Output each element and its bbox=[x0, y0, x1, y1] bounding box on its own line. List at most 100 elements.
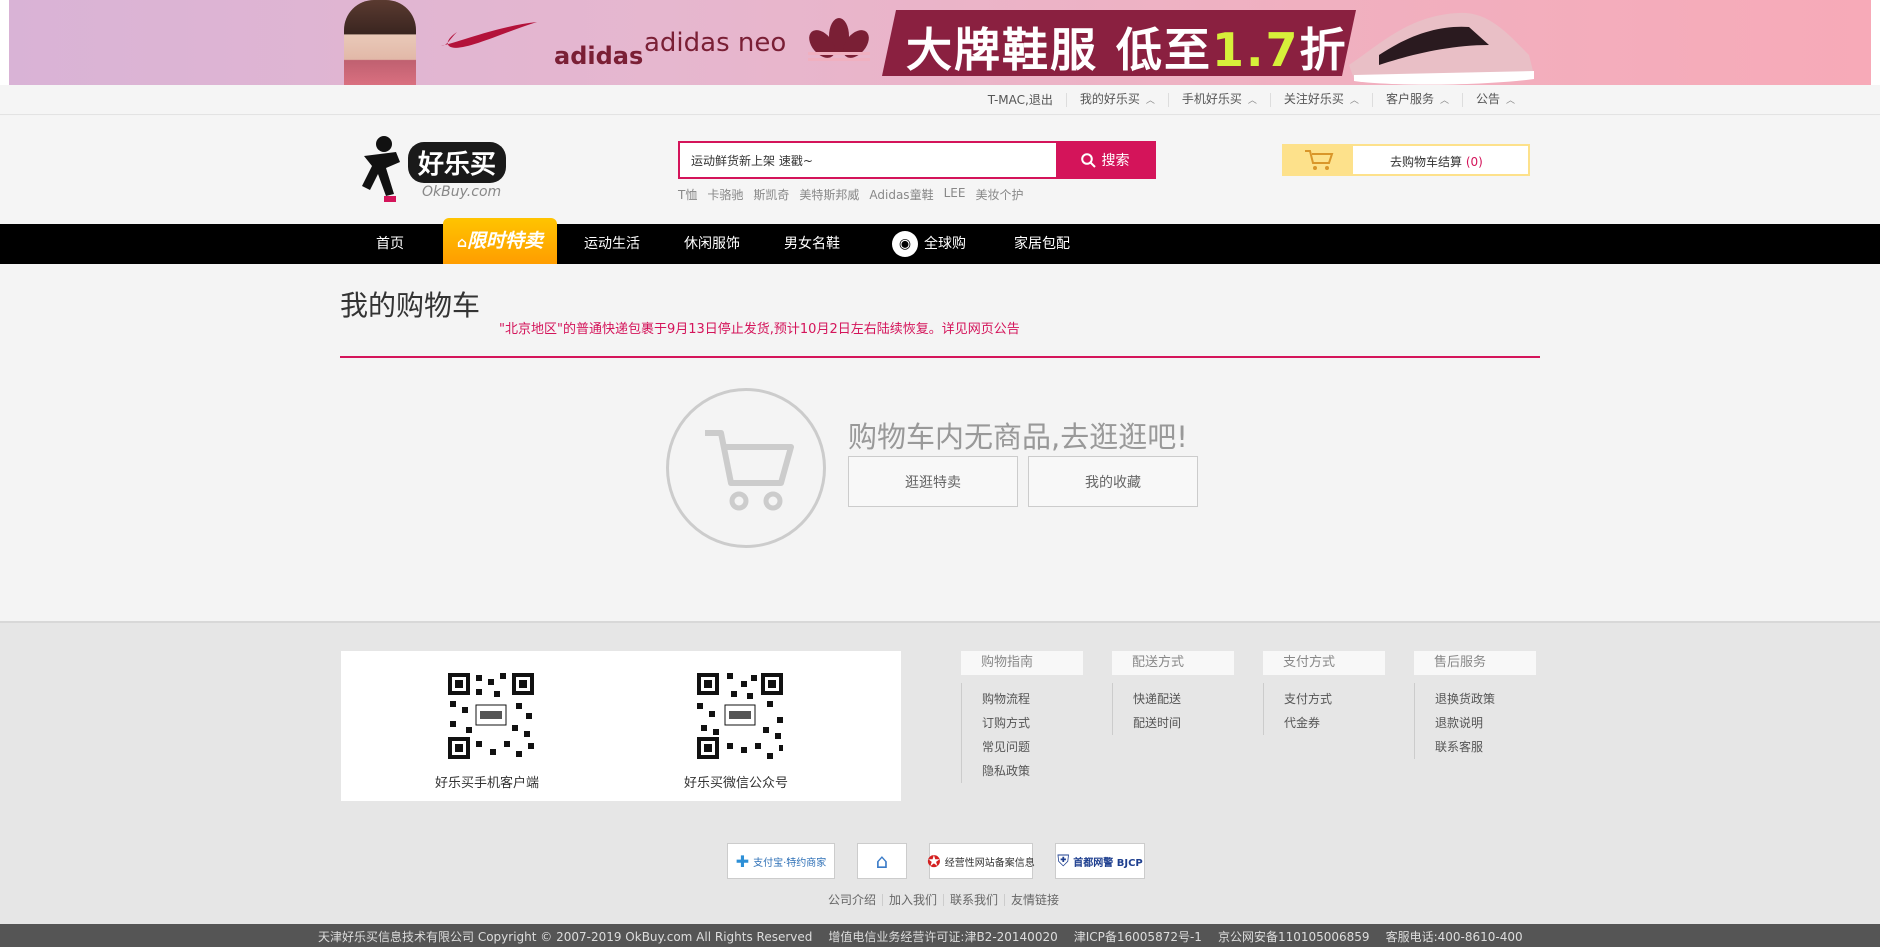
cart-icon-wrap bbox=[1284, 146, 1353, 174]
adidas-trefoil-logo bbox=[808, 18, 870, 61]
my-okbuy-menu[interactable]: 我的好乐买 ︿ bbox=[1065, 93, 1168, 107]
nav-flash-sale-label: 限时特卖 bbox=[467, 230, 544, 252]
footer-link[interactable]: 退款说明 bbox=[1435, 711, 1536, 735]
cart-main: 我的购物车 "北京地区"的普通快递包裹于9月13日停止发货,预计10月2日左右陆… bbox=[0, 264, 1880, 621]
footer-link[interactable]: 购物流程 bbox=[982, 687, 1083, 711]
site-header: 好乐买 OkBuy.com 搜索 T恤 卡骆驰 斯凯奇 美特斯邦威 Adidas… bbox=[0, 116, 1880, 224]
footer-col-title: 购物指南 bbox=[961, 651, 1083, 675]
nav-sports[interactable]: 运动生活 bbox=[584, 224, 640, 264]
app-qr-code[interactable] bbox=[446, 671, 536, 761]
promo-banner[interactable]: adidas adidas neo 大牌鞋服 低至1.7折 bbox=[9, 0, 1871, 85]
qr-code-panel: 好乐买手机客户端 好乐买微信公众号 bbox=[341, 651, 901, 801]
logo-text-cn: 好乐买 bbox=[408, 142, 507, 183]
chevron-up-icon: ︿ bbox=[1247, 96, 1257, 106]
cart-label: 去购物车结算 (0) bbox=[1390, 155, 1483, 169]
footer-link[interactable]: 快递配送 bbox=[1133, 687, 1234, 711]
nav-flash-sale[interactable]: ⌂限时特卖 bbox=[443, 218, 557, 264]
shipping-notice[interactable]: "北京地区"的普通快递包裹于9月13日停止发货,预计10月2日左右陆续恢复。详见… bbox=[499, 318, 1020, 337]
footer-link[interactable]: 支付方式 bbox=[1284, 687, 1385, 711]
chevron-up-icon: ︿ bbox=[1439, 96, 1449, 106]
cart-count: (0) bbox=[1465, 155, 1483, 169]
nav-casual[interactable]: 休闲服饰 bbox=[684, 224, 740, 264]
police-emblem-icon: ✪ bbox=[927, 851, 941, 871]
search-box: 搜索 bbox=[678, 141, 1156, 179]
top-banner-container: adidas adidas neo 大牌鞋服 低至1.7折 bbox=[0, 0, 1880, 85]
license-text: 增值电信业务经营许可证:津B2-20140020 bbox=[828, 930, 1058, 944]
puzzle-icon: ✚ bbox=[735, 851, 750, 871]
follow-okbuy-menu[interactable]: 关注好乐买 ︿ bbox=[1269, 93, 1372, 107]
footer-link[interactable]: 退换货政策 bbox=[1435, 687, 1536, 711]
footer-link[interactable]: 隐私政策 bbox=[982, 759, 1083, 783]
hotword-link[interactable]: LEE bbox=[944, 186, 966, 203]
hotword-link[interactable]: 斯凯奇 bbox=[753, 186, 789, 203]
announcement-menu[interactable]: 公告 ︿ bbox=[1461, 93, 1528, 107]
customer-service-menu[interactable]: 客户服务 ︿ bbox=[1371, 93, 1462, 107]
top-utility-bar: T-MAC,退出 我的好乐买 ︿ 手机好乐买 ︿ 关注好乐买 ︿ 客户服务 ︿ 公告 ︿ bbox=[0, 85, 1880, 115]
runner-logo-icon bbox=[362, 136, 400, 202]
footer-col-title: 支付方式 bbox=[1263, 651, 1385, 675]
footer-col-title: 售后服务 bbox=[1414, 651, 1536, 675]
join-us-link[interactable]: 加入我们 bbox=[882, 894, 943, 906]
footer-link[interactable]: 订购方式 bbox=[982, 711, 1083, 735]
footer-col-shopping-guide: 购物指南 购物流程 订购方式 常见问题 隐私政策 bbox=[961, 651, 1083, 783]
empty-cart-message: 购物车内无商品,去逛逛吧! bbox=[848, 420, 1188, 454]
contact-link[interactable]: 联系我们 bbox=[943, 894, 1004, 906]
sneaker-image bbox=[1349, 12, 1534, 85]
logo-text-en: OkBuy.com bbox=[422, 184, 502, 200]
hotword-link[interactable]: 卡骆驰 bbox=[707, 186, 743, 203]
mobile-okbuy-menu[interactable]: 手机好乐买 ︿ bbox=[1167, 93, 1270, 107]
promo-text: 大牌鞋服 低至1.7折 bbox=[906, 14, 1348, 80]
wechat-qr-label: 好乐买微信公众号 bbox=[684, 776, 789, 791]
hotword-link[interactable]: T恤 bbox=[678, 186, 697, 203]
building-icon: ⌂ bbox=[875, 849, 889, 873]
footer-link[interactable]: 配送时间 bbox=[1133, 711, 1234, 735]
chevron-up-icon: ︿ bbox=[1145, 96, 1155, 106]
hotword-link[interactable]: 美妆个护 bbox=[975, 186, 1023, 203]
app-qr-label: 好乐买手机客户端 bbox=[435, 776, 540, 791]
wechat-qr-code[interactable] bbox=[695, 671, 785, 761]
search-input[interactable] bbox=[680, 143, 1056, 177]
about-link[interactable]: 公司介绍 bbox=[822, 894, 882, 906]
my-favorites-button[interactable]: 我的收藏 bbox=[1028, 456, 1198, 507]
footer-link[interactable]: 联系客服 bbox=[1435, 735, 1536, 759]
nike-logo bbox=[441, 22, 537, 48]
hotword-link[interactable]: Adidas童鞋 bbox=[869, 186, 933, 203]
shopping-cart-icon bbox=[1304, 150, 1333, 170]
site-logo[interactable]: 好乐买 OkBuy.com bbox=[356, 134, 526, 206]
alipay-badge[interactable]: ✚ 支付宝·特约商家 bbox=[727, 843, 835, 879]
nav-shoes[interactable]: 男女名鞋 bbox=[784, 224, 840, 264]
nav-global-label: 全球购 bbox=[924, 236, 966, 252]
empty-cart-icon bbox=[705, 430, 794, 511]
page-title: 我的购物车 bbox=[340, 289, 481, 322]
beijing-icp-badge[interactable]: ⌂ bbox=[857, 843, 907, 879]
cart-title-row: 我的购物车 "北京地区"的普通快递包裹于9月13日停止发货,预计10月2日左右陆… bbox=[340, 284, 1540, 358]
footer-col-delivery: 配送方式 快递配送 配送时间 bbox=[1112, 651, 1234, 735]
search-button[interactable]: 搜索 bbox=[1056, 143, 1154, 177]
adidas-neo-logo: adidas neo bbox=[644, 28, 787, 58]
nav-home[interactable]: 首页 bbox=[376, 224, 404, 264]
user-logout-link[interactable]: T-MAC,退出 bbox=[975, 94, 1066, 106]
chevron-up-icon: ︿ bbox=[1505, 96, 1515, 106]
nav-global[interactable]: ◉ 全球购 bbox=[892, 224, 966, 264]
business-website-badge[interactable]: ✪ 经营性网站备案信息 bbox=[927, 843, 1035, 879]
footer-col-title: 配送方式 bbox=[1112, 651, 1234, 675]
capital-police-badge[interactable]: ⛨ 首都网警 BJCP bbox=[1055, 843, 1145, 879]
search-icon bbox=[1080, 152, 1096, 168]
browse-sale-button[interactable]: 逛逛特卖 bbox=[848, 456, 1018, 507]
top-links: T-MAC,退出 我的好乐买 ︿ 手机好乐买 ︿ 关注好乐买 ︿ 客户服务 ︿ 公告 ︿ bbox=[975, 85, 1528, 115]
banner-model-image bbox=[344, 0, 416, 85]
hotword-link[interactable]: 美特斯邦威 bbox=[799, 186, 859, 203]
site-footer: 好乐买手机客户端 好乐买微信公众号 购物指南 购物流程 订购方式 常见问题 隐私… bbox=[0, 621, 1880, 924]
friend-links[interactable]: 友情链接 bbox=[1004, 894, 1065, 906]
police-record-link[interactable]: 京公网安备110105006859 bbox=[1218, 928, 1370, 945]
nav-home-living[interactable]: 家居包配 bbox=[1014, 224, 1070, 264]
icp-link[interactable]: 津ICP备16005872号-1 bbox=[1074, 928, 1202, 945]
service-phone: 客服电话:400-8610-400 bbox=[1385, 930, 1523, 944]
search-button-label: 搜索 bbox=[1101, 153, 1130, 169]
cart-checkout-button[interactable]: 去购物车结算 (0) bbox=[1282, 144, 1530, 176]
adidas-logo: adidas bbox=[554, 42, 644, 70]
footer-company-links: 公司介绍 加入我们 联系我们 友情链接 bbox=[822, 894, 1065, 906]
footer-link[interactable]: 代金券 bbox=[1284, 711, 1385, 735]
hot-search-words: T恤 卡骆驰 斯凯奇 美特斯邦威 Adidas童鞋 LEE 美妆个护 bbox=[678, 186, 1023, 203]
footer-link[interactable]: 常见问题 bbox=[982, 735, 1083, 759]
